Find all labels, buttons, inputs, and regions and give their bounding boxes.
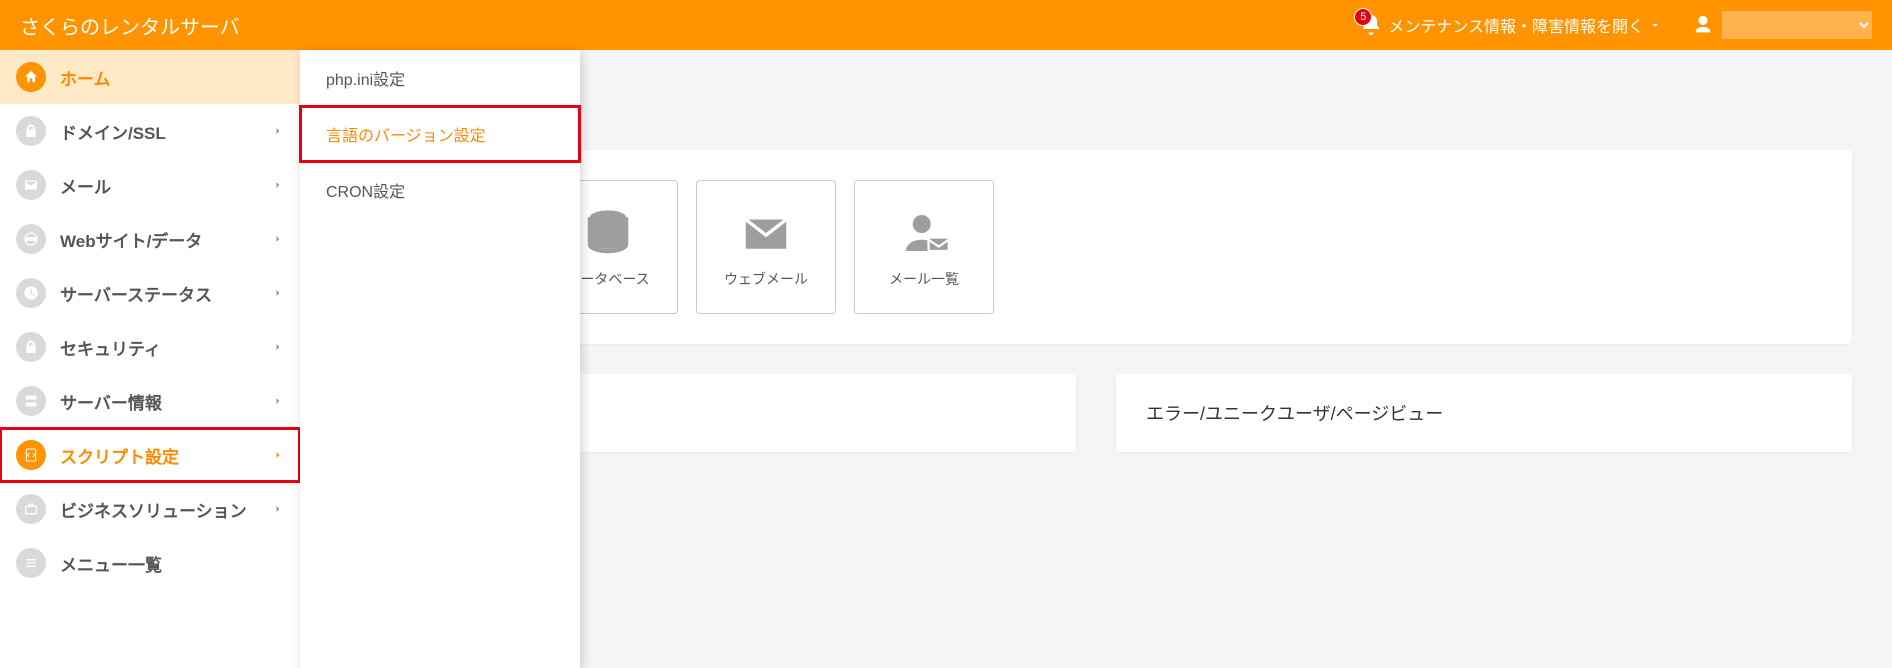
right-panel-title: エラー/ユニークユーザ/ページビュー [1146, 400, 1822, 426]
submenu-item-php-ini[interactable]: php.ini設定 [300, 50, 580, 106]
briefcase-icon [16, 494, 46, 524]
sidebar-item-website-data[interactable]: Webサイト/データ [0, 212, 300, 266]
submenu-item-cron[interactable]: CRON設定 [300, 162, 580, 218]
shield-icon [16, 332, 46, 362]
chevron-right-icon [272, 503, 284, 515]
home-icon [16, 62, 46, 92]
sidebar-item-server-status[interactable]: サーバーステータス [0, 266, 300, 320]
chevron-right-icon [272, 395, 284, 407]
sidebar-item-server-info[interactable]: サーバー情報 [0, 374, 300, 428]
sidebar-item-label: サーバー情報 [60, 389, 258, 414]
chart-icon [16, 278, 46, 308]
sidebar: ホーム ドメイン/SSL メール Webサイト/データ サーバーステータス セキ… [0, 50, 300, 668]
quick-action-label: ウェブメール [724, 270, 808, 288]
submenu-item-label: 言語のバージョン設定 [326, 128, 486, 145]
user-select[interactable] [1722, 11, 1872, 39]
sidebar-item-security[interactable]: セキュリティ [0, 320, 300, 374]
sidebar-item-script-settings[interactable]: スクリプト設定 [0, 428, 300, 482]
sidebar-item-label: Webサイト/データ [60, 227, 258, 252]
user-icon [1692, 14, 1714, 36]
user-mail-icon [897, 206, 951, 260]
lock-icon [16, 116, 46, 146]
sidebar-item-label: セキュリティ [60, 335, 258, 360]
sidebar-item-mail[interactable]: メール [0, 158, 300, 212]
header-right: 5 メンテナンス情報・障害情報を開く [1359, 11, 1872, 39]
sidebar-item-home[interactable]: ホーム [0, 50, 300, 104]
chevron-right-icon [272, 449, 284, 461]
quick-action-label: メール一覧 [889, 270, 959, 288]
quick-actions-row: Pressトール データベース ウェブメール メール一覧 [380, 180, 1812, 314]
mail-icon [16, 170, 46, 200]
chevron-right-icon [272, 287, 284, 299]
list-icon [16, 548, 46, 578]
brand-title: さくらのレンタルサーバ [20, 11, 240, 40]
chevron-down-icon [1648, 18, 1662, 32]
server-icon [16, 386, 46, 416]
right-panel: エラー/ユニークユーザ/ページビュー [1116, 374, 1852, 452]
chevron-right-icon [272, 125, 284, 137]
code-icon [16, 440, 46, 470]
envelope-icon [739, 206, 793, 260]
maintenance-link-label: メンテナンス情報・障害情報を開く [1388, 13, 1644, 37]
quick-mail-list[interactable]: メール一覧 [854, 180, 994, 314]
quick-webmail[interactable]: ウェブメール [696, 180, 836, 314]
user-menu[interactable] [1692, 11, 1872, 39]
sidebar-item-label: メニュー一覧 [60, 551, 284, 576]
chevron-right-icon [272, 341, 284, 353]
submenu-item-language-version[interactable]: 言語のバージョン設定 [300, 106, 580, 162]
chevron-right-icon [272, 179, 284, 191]
globe-icon [16, 224, 46, 254]
sidebar-item-label: スクリプト設定 [60, 443, 258, 468]
layout: ホーム ドメイン/SSL メール Webサイト/データ サーバーステータス セキ… [0, 50, 1892, 668]
submenu-item-label: CRON設定 [326, 184, 405, 201]
maintenance-link[interactable]: メンテナンス情報・障害情報を開く [1388, 13, 1662, 37]
sidebar-item-label: メール [60, 173, 258, 198]
sidebar-item-domain-ssl[interactable]: ドメイン/SSL [0, 104, 300, 158]
submenu-item-label: php.ini設定 [326, 72, 405, 89]
notification-bell[interactable]: 5 [1359, 13, 1383, 37]
sidebar-item-business-solution[interactable]: ビジネスソリューション [0, 482, 300, 536]
sidebar-item-label: サーバーステータス [60, 281, 258, 306]
sidebar-item-label: ドメイン/SSL [60, 119, 258, 144]
chevron-right-icon [272, 233, 284, 245]
sidebar-item-menu-list[interactable]: メニュー一覧 [0, 536, 300, 590]
submenu: php.ini設定 言語のバージョン設定 CRON設定 [300, 50, 580, 668]
sidebar-item-label: ホーム [60, 65, 284, 90]
database-icon [581, 206, 635, 260]
sidebar-item-label: ビジネスソリューション [60, 497, 258, 522]
top-header: さくらのレンタルサーバ 5 メンテナンス情報・障害情報を開く [0, 0, 1892, 50]
